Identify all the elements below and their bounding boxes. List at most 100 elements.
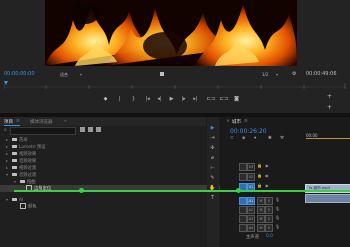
- fit-dropdown[interactable]: 适合: [60, 72, 68, 78]
- mic-icon[interactable]: 🎙: [275, 224, 280, 229]
- quality-chevron-icon[interactable]: ▾: [276, 72, 278, 77]
- settings-wrench-icon[interactable]: ⚙: [292, 71, 296, 77]
- track-row-a3[interactable]: A3 M S 🎙: [229, 214, 350, 223]
- mic-icon[interactable]: 🎙: [275, 197, 280, 202]
- track-target-toggle[interactable]: [239, 224, 247, 232]
- more-tabs-icon[interactable]: »: [64, 119, 67, 124]
- monitor-timecode-right: 00:00:49:06: [306, 71, 337, 77]
- list-item[interactable]: ▸ Lumetri 预设: [0, 143, 212, 150]
- track-label[interactable]: A2: [247, 206, 255, 214]
- folder-icon: [12, 144, 17, 149]
- new-item-icon[interactable]: [88, 127, 93, 132]
- mute-button[interactable]: M: [257, 197, 265, 205]
- track-label[interactable]: A4: [247, 224, 255, 232]
- track-label[interactable]: A3: [247, 215, 255, 223]
- mic-icon[interactable]: 🎙: [275, 215, 280, 220]
- master-volume-value[interactable]: 0.0: [266, 234, 273, 239]
- step-forward-button[interactable]: |▸: [180, 96, 187, 103]
- insert-button[interactable]: ⊏⊐: [206, 96, 216, 103]
- add-button-top[interactable]: +: [326, 93, 333, 100]
- track-row-v3[interactable]: V3 🔒 ◉: [229, 162, 350, 171]
- list-item[interactable]: ▾ 扭曲: [0, 178, 220, 185]
- marker-icon[interactable]: ▾: [254, 136, 256, 141]
- list-view-icon[interactable]: [96, 127, 101, 132]
- linked-selection-icon[interactable]: ◈: [242, 136, 245, 141]
- clear-button[interactable]: }: [130, 96, 137, 103]
- timeline-settings-icon[interactable]: ✱: [268, 136, 272, 141]
- folder-icon: [12, 172, 17, 177]
- folder-icon: [12, 197, 17, 202]
- type-tool-icon[interactable]: T: [208, 194, 217, 202]
- go-to-in-button[interactable]: |◂: [144, 96, 151, 103]
- master-track-label: 主声道: [246, 235, 259, 240]
- list-item[interactable]: ▸ 花朵: [0, 136, 212, 143]
- add-button-bottom[interactable]: +: [326, 104, 333, 111]
- list-item[interactable]: ▸ 音频效果: [0, 157, 212, 164]
- monitor-timecode-left[interactable]: 00:00:00:00: [4, 71, 35, 77]
- mute-button[interactable]: M: [257, 206, 265, 214]
- pen-tool-icon[interactable]: ✎: [208, 174, 217, 182]
- overwrite-button[interactable]: ⊏⊐: [219, 96, 229, 103]
- tab-menu-icon[interactable]: ≡: [16, 119, 20, 124]
- track-target-toggle[interactable]: [239, 206, 247, 214]
- play-button[interactable]: ▶: [168, 96, 175, 103]
- step-back-button[interactable]: ◂|: [156, 96, 163, 103]
- list-item[interactable]: ▸ 视频效果: [0, 150, 212, 157]
- mark-in-button[interactable]: ◆: [102, 96, 109, 103]
- eye-icon[interactable]: ◉: [265, 183, 269, 188]
- video-preview[interactable]: [45, 0, 297, 66]
- list-item[interactable]: 颜色: [0, 203, 220, 210]
- track-select-tool-icon[interactable]: ⇥: [208, 134, 217, 142]
- eye-icon[interactable]: ◉: [265, 173, 269, 178]
- lock-icon[interactable]: 🔒: [257, 183, 262, 188]
- track-row-a4[interactable]: A4 M S 🎙: [229, 223, 350, 232]
- solo-button[interactable]: S: [265, 224, 273, 232]
- mute-button[interactable]: M: [257, 224, 265, 232]
- timeline-tab[interactable]: 城市: [232, 119, 241, 125]
- track-row-v2[interactable]: V2 🔒 ◉: [229, 172, 350, 181]
- work-area-bar[interactable]: [306, 138, 350, 139]
- solo-button[interactable]: S: [265, 215, 273, 223]
- list-item[interactable]: ▾ 音频过渡: [0, 171, 212, 178]
- project-toolbar: ⌕: [0, 126, 206, 136]
- playhead-marker-icon[interactable]: [160, 72, 164, 76]
- folder-icon: [12, 151, 17, 156]
- list-item[interactable]: ▾ AI: [0, 196, 212, 203]
- mark-out-button[interactable]: |: [116, 96, 123, 103]
- new-bin-icon[interactable]: [80, 127, 85, 132]
- razor-tool-icon[interactable]: ⌀: [208, 154, 217, 162]
- track-target-toggle[interactable]: [239, 173, 247, 181]
- tab-media-browser[interactable]: 媒体浏览器: [30, 119, 53, 125]
- track-label[interactable]: V3: [247, 163, 255, 171]
- track-label[interactable]: A1: [247, 197, 255, 205]
- go-to-out-button[interactable]: ▸|: [192, 96, 199, 103]
- timeline-menu-icon[interactable]: ≡: [244, 119, 248, 124]
- selection-tool-icon[interactable]: ▶: [208, 124, 217, 132]
- monitor-timecode-bar: [0, 67, 350, 79]
- audio-clip[interactable]: [305, 194, 350, 203]
- quality-dropdown[interactable]: 1/2: [262, 72, 268, 77]
- fit-chevron-icon[interactable]: ▾: [80, 72, 82, 77]
- timeline-timecode[interactable]: 00:00:26:20: [230, 128, 267, 135]
- track-label[interactable]: V2: [247, 173, 255, 181]
- search-input[interactable]: [10, 127, 76, 135]
- track-target-toggle[interactable]: [239, 215, 247, 223]
- lock-icon[interactable]: 🔒: [257, 173, 262, 178]
- slip-tool-icon[interactable]: ⊢: [208, 164, 217, 172]
- ripple-edit-tool-icon[interactable]: ✣: [208, 144, 217, 152]
- mute-button[interactable]: M: [257, 215, 265, 223]
- export-frame-button[interactable]: ◙: [233, 96, 240, 103]
- solo-button[interactable]: S: [265, 197, 273, 205]
- lock-icon[interactable]: 🔒: [257, 163, 262, 168]
- mic-icon[interactable]: 🎙: [275, 206, 280, 211]
- solo-button[interactable]: S: [265, 206, 273, 214]
- track-target-toggle[interactable]: [239, 163, 247, 171]
- monitor-ruler[interactable]: [3, 80, 346, 90]
- track-row-a2[interactable]: A2 M S 🎙: [229, 205, 350, 214]
- timeline-wrench-icon[interactable]: ⚒: [280, 136, 284, 141]
- list-item[interactable]: ▸ 视频过渡: [0, 164, 212, 171]
- track-target-toggle[interactable]: [239, 197, 247, 205]
- eye-icon[interactable]: ◉: [265, 163, 269, 168]
- timeline-close-icon[interactable]: ×: [226, 119, 230, 124]
- snap-icon[interactable]: ⊂: [230, 136, 234, 141]
